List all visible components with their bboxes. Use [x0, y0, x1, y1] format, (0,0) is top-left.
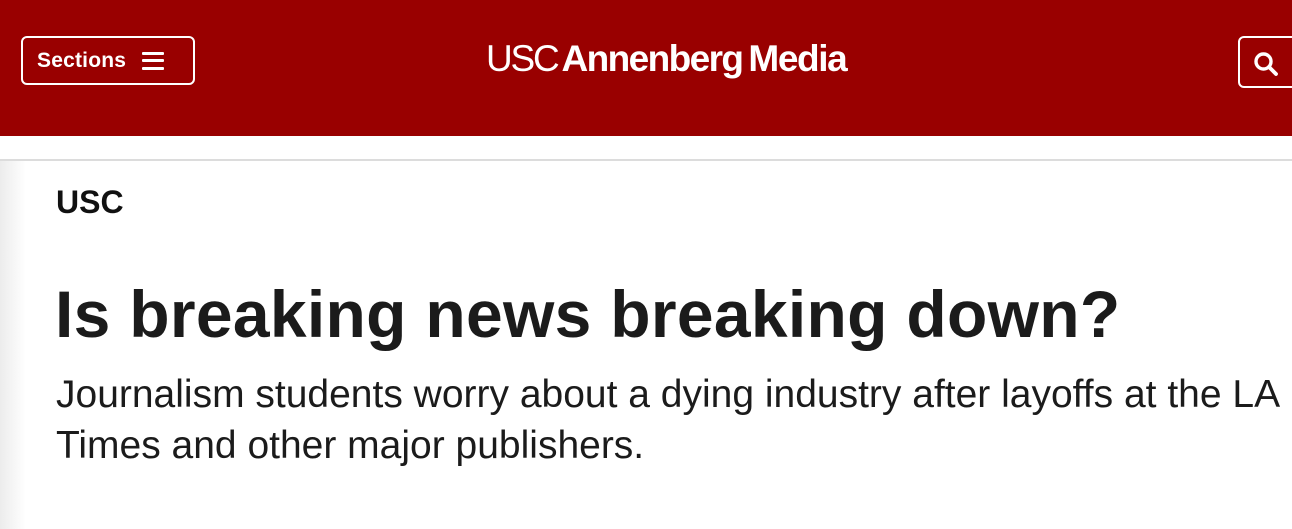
section-link[interactable]: USC	[56, 184, 124, 221]
site-logo[interactable]: USC Annenberg Media	[486, 38, 848, 88]
article-subheadline: Journalism students worry about a dying …	[56, 373, 1278, 467]
hamburger-menu-icon	[142, 51, 165, 70]
logo-media: Media	[748, 38, 847, 79]
site-header: Sections USC Annenberg Media	[0, 0, 1292, 136]
header-divider	[0, 159, 1292, 161]
search-button[interactable]	[1238, 36, 1292, 88]
search-icon	[1254, 52, 1278, 76]
logo-usc: USC	[486, 38, 560, 79]
page-edge-shadow	[0, 161, 26, 529]
logo-annenberg: Annenberg	[561, 38, 744, 79]
sections-button-label: Sections	[37, 48, 127, 72]
page: Sections USC Annenberg Media USC Is brea…	[0, 0, 1292, 529]
article-headline: Is breaking news breaking down?	[55, 277, 1121, 351]
sections-menu-button[interactable]: Sections	[21, 36, 195, 85]
